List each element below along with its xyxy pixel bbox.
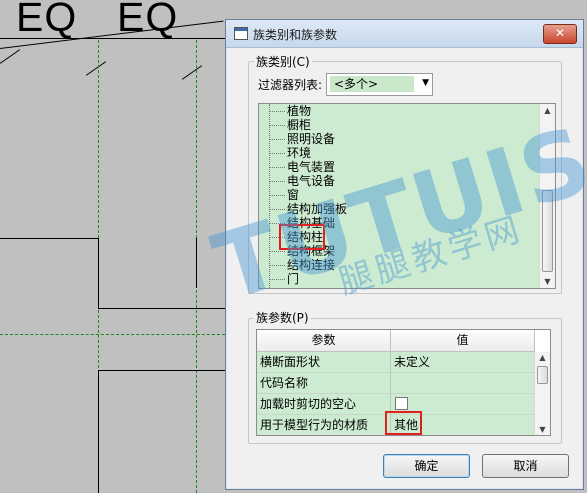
- list-item[interactable]: 植物: [287, 104, 311, 118]
- param-name: 加载时剪切的空心: [257, 394, 391, 414]
- reference-plane[interactable]: [0, 334, 225, 335]
- tree-connector: [269, 181, 285, 182]
- dimension-tick: [85, 61, 107, 76]
- tree-connector: [269, 167, 285, 168]
- dimension-tick: [181, 65, 203, 80]
- cancel-button[interactable]: 取消: [482, 454, 569, 478]
- list-item[interactable]: 橱柜: [287, 118, 311, 132]
- dimension-label-eq-right: EQ: [117, 0, 179, 40]
- dimension-baseline: [0, 38, 225, 39]
- tree-connector: [269, 139, 285, 140]
- list-item[interactable]: 环境: [287, 146, 311, 160]
- filter-dropdown[interactable]: <多个> ▼: [326, 73, 433, 96]
- params-scrollbar[interactable]: ▲ ▼: [534, 352, 550, 435]
- tree-connector: [269, 111, 285, 112]
- table-row[interactable]: 代码名称: [257, 373, 550, 394]
- tree-connector: [269, 125, 285, 126]
- checkbox[interactable]: [395, 397, 408, 410]
- column-outline: [98, 308, 225, 309]
- tree-connector: [269, 153, 285, 154]
- table-row[interactable]: 横断面形状 未定义 ...: [257, 352, 550, 373]
- close-button[interactable]: ✕: [543, 24, 577, 44]
- filter-label: 过滤器列表:: [258, 78, 323, 92]
- list-item[interactable]: 电气装置: [287, 160, 335, 174]
- chevron-down-icon[interactable]: ▼: [422, 78, 429, 88]
- dialog-titlebar[interactable]: 族类别和族参数 ✕: [226, 20, 583, 48]
- scroll-down-icon[interactable]: ▼: [540, 277, 555, 286]
- ok-button[interactable]: 确定: [383, 454, 470, 478]
- column-header-param[interactable]: 参数: [257, 330, 391, 352]
- column-header-value[interactable]: 值: [391, 330, 535, 352]
- window-icon: [234, 27, 248, 40]
- dimension-label-eq-left: EQ: [16, 0, 78, 40]
- category-group-label: 族类别(C): [254, 53, 312, 70]
- column-outline: [98, 370, 225, 371]
- highlight-box: [385, 411, 422, 435]
- param-value[interactable]: [391, 373, 550, 393]
- dialog-title: 族类别和族参数: [253, 28, 338, 42]
- param-value-text: 未定义: [394, 355, 431, 369]
- scroll-down-icon[interactable]: ▼: [535, 425, 550, 434]
- param-name: 横断面形状: [257, 352, 391, 372]
- column-outline: [98, 370, 99, 493]
- list-item[interactable]: 照明设备: [287, 132, 335, 146]
- column-outline: [98, 238, 99, 308]
- param-value[interactable]: 未定义 ...: [391, 352, 550, 372]
- scroll-up-icon[interactable]: ▲: [535, 353, 550, 362]
- column-outline: [0, 238, 98, 239]
- column-outline: [196, 238, 197, 288]
- param-name: 代码名称: [257, 373, 391, 393]
- param-name: 用于模型行为的材质: [257, 415, 391, 435]
- dimension-tick: [0, 49, 21, 64]
- filter-value: <多个>: [330, 76, 414, 92]
- scrollbar-thumb[interactable]: [537, 366, 548, 384]
